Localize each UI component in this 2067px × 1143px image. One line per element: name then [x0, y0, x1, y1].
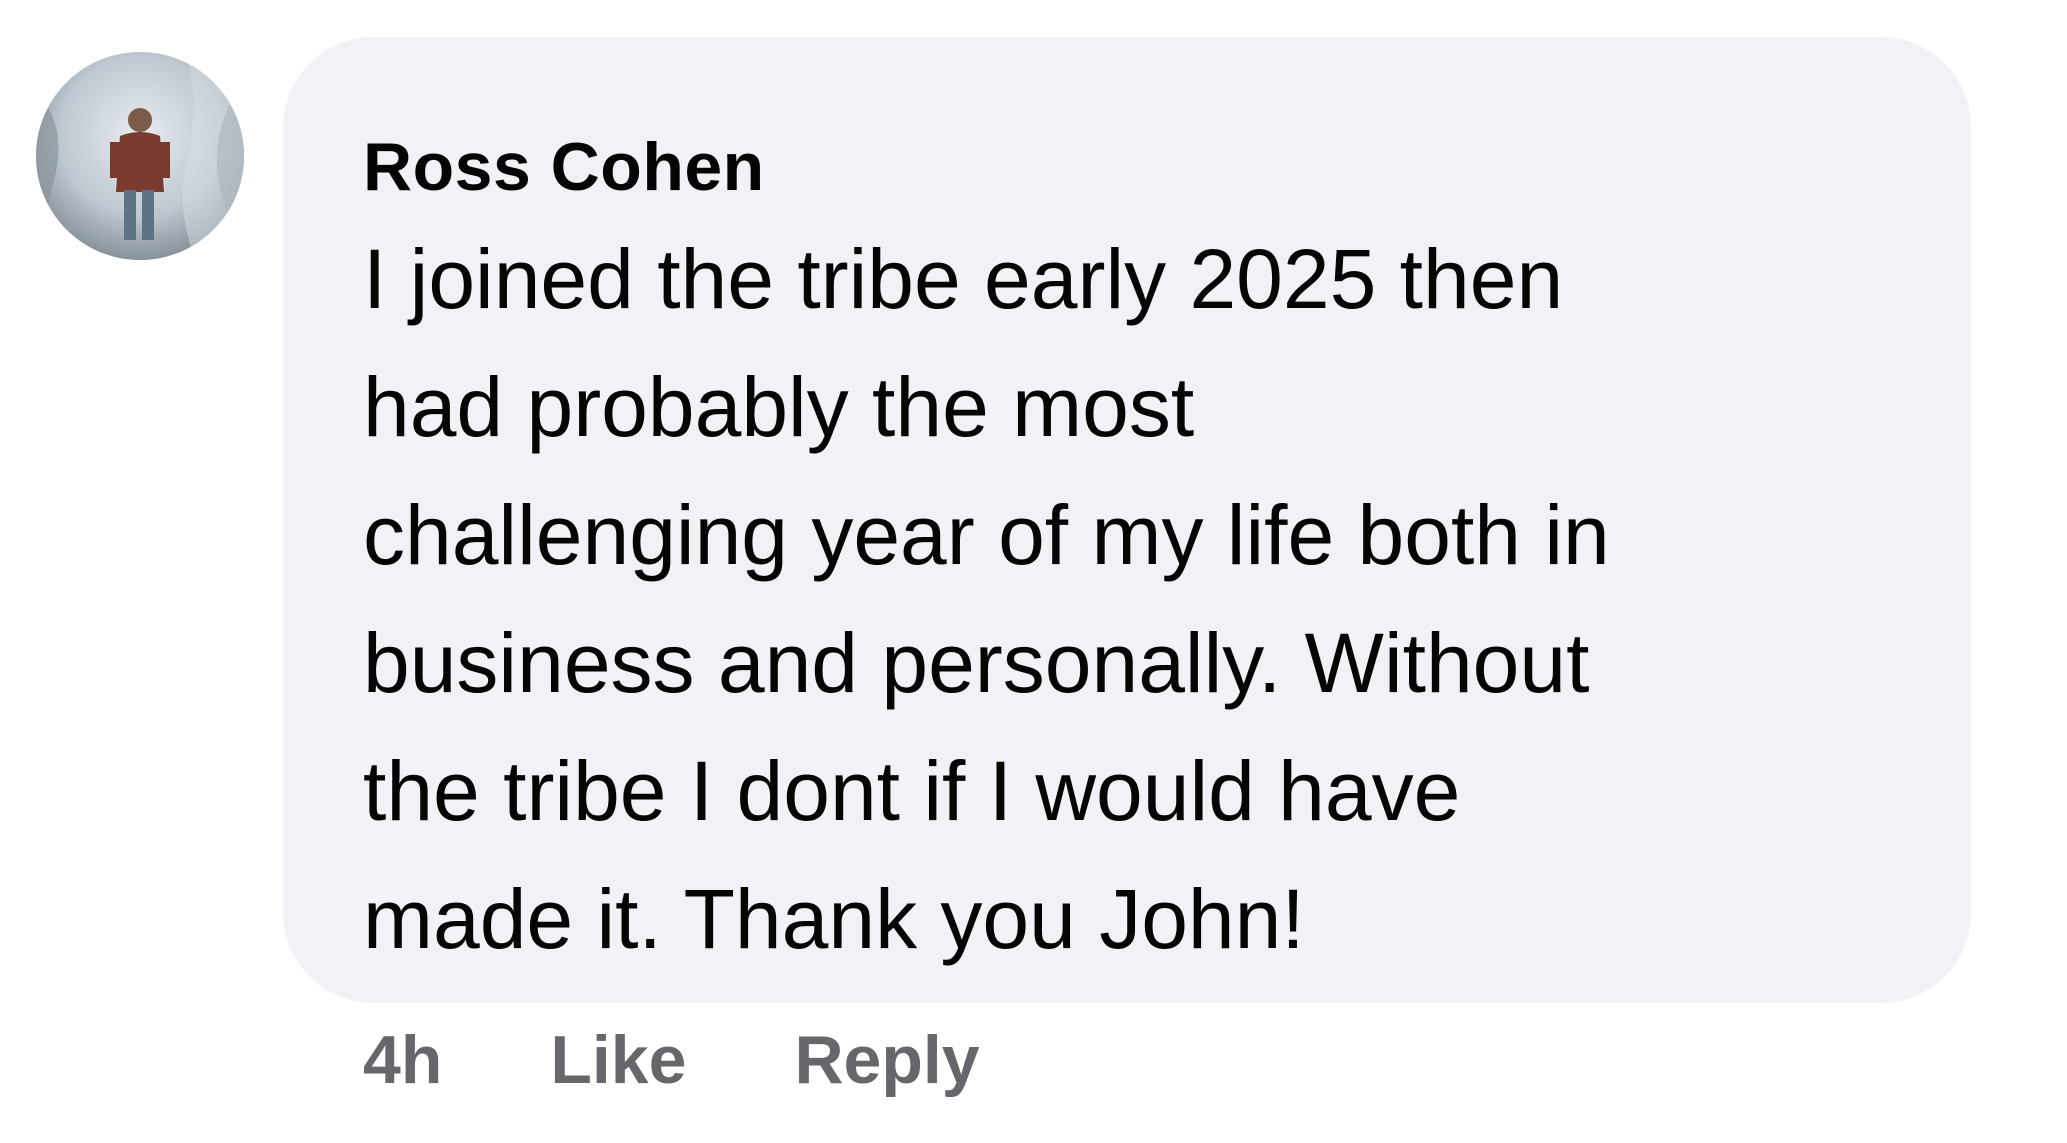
- author-name[interactable]: Ross Cohen: [363, 133, 1911, 201]
- avatar[interactable]: [36, 52, 244, 260]
- comment-bubble: Ross Cohen I joined the tribe early 2025…: [283, 37, 1971, 1003]
- reply-button[interactable]: Reply: [794, 1021, 979, 1099]
- comment-text-line: made it. Thank you John!: [363, 872, 1305, 966]
- comment: Ross Cohen I joined the tribe early 2025…: [0, 0, 2067, 1143]
- comment-text-line: business and personally. Without: [363, 616, 1590, 710]
- comment-text-line: challenging year of my life both in: [363, 488, 1610, 582]
- comment-text-line: had probably the most: [363, 360, 1195, 454]
- comment-text: I joined the tribe early 2025 then had p…: [363, 215, 1911, 983]
- comment-actions: 4h Like Reply: [363, 1020, 1088, 1100]
- comment-text-line: the tribe I dont if I would have: [363, 744, 1461, 838]
- comment-text-line: I joined the tribe early 2025 then: [363, 232, 1564, 326]
- like-button[interactable]: Like: [550, 1021, 686, 1099]
- timestamp[interactable]: 4h: [363, 1021, 442, 1099]
- profile-photo-icon: [36, 52, 244, 260]
